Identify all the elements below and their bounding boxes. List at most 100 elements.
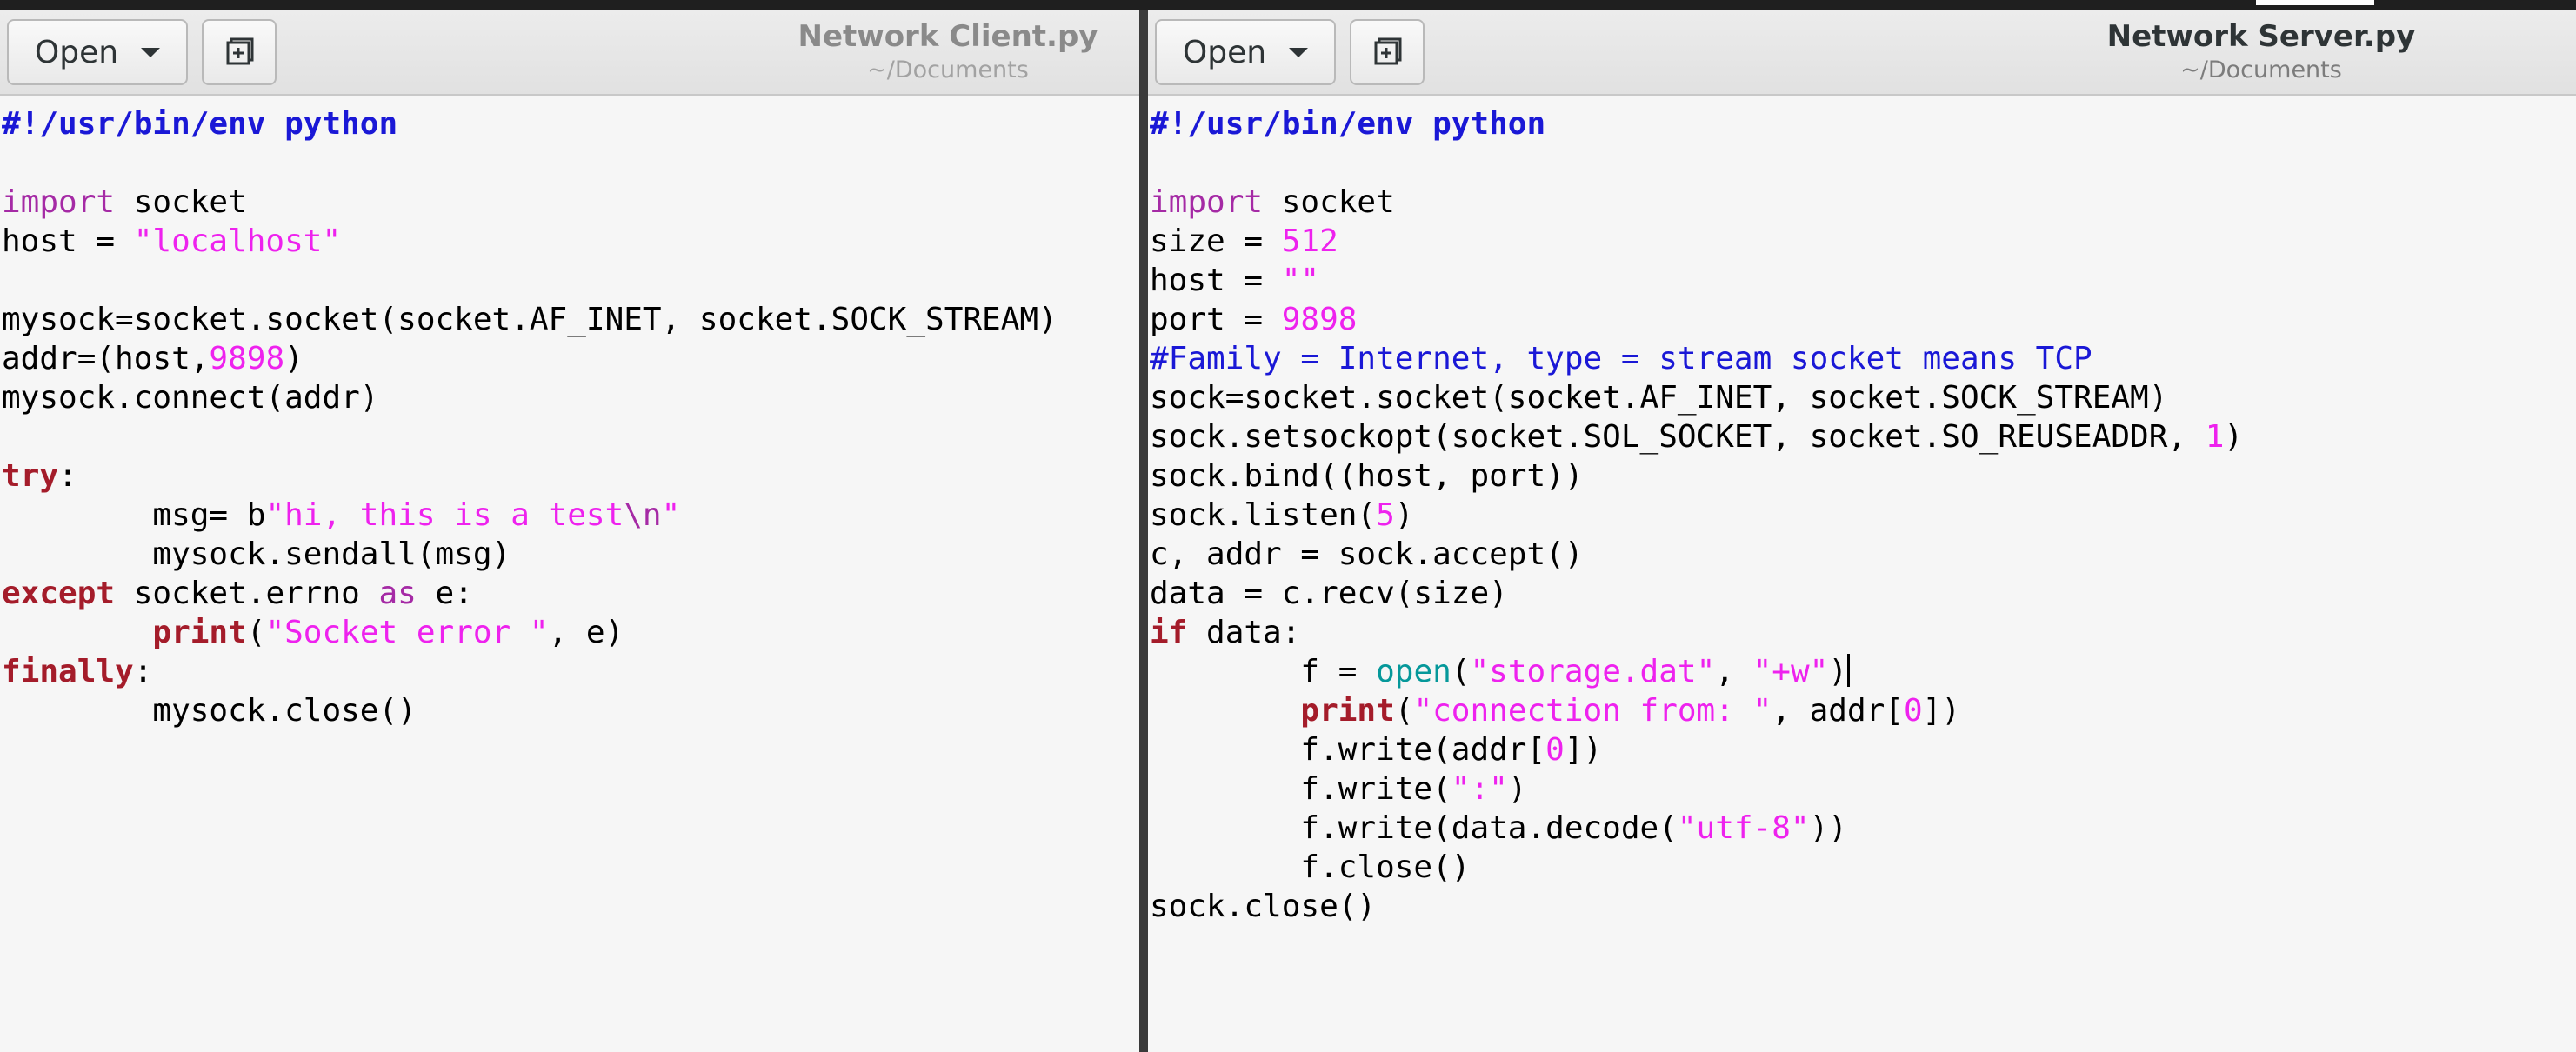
code-token: import bbox=[2, 184, 116, 220]
code-token: sock.close() bbox=[1150, 889, 1377, 924]
code-line: mysock.connect(addr) bbox=[2, 378, 1139, 417]
new-document-icon bbox=[1374, 37, 1402, 65]
code-line: f.write(data.decode("utf-8")) bbox=[1150, 809, 2576, 848]
code-token: #!/usr/bin/env python bbox=[2, 106, 398, 142]
code-token: "utf-8" bbox=[1677, 810, 1810, 846]
code-token: "connection from: " bbox=[1413, 693, 1772, 729]
code-token: if bbox=[1150, 615, 1188, 650]
code-token: ) bbox=[1828, 654, 1847, 689]
code-token: import bbox=[1150, 184, 1264, 220]
code-token: e: bbox=[416, 576, 473, 611]
code-token: 9898 bbox=[209, 341, 285, 376]
code-token: "" bbox=[1281, 263, 1320, 298]
open-button-label: Open bbox=[1182, 34, 1267, 70]
code-line: except socket.errno as e: bbox=[2, 574, 1139, 613]
new-document-icon bbox=[226, 37, 254, 65]
code-line: sock.bind((host, port)) bbox=[1150, 456, 2576, 496]
code-line: print("Socket error ", e) bbox=[2, 613, 1139, 652]
code-token: : bbox=[133, 654, 153, 689]
code-token: 1 bbox=[2205, 419, 2225, 455]
code-token: , bbox=[1715, 654, 1753, 689]
code-token: "hi, this is a test bbox=[265, 497, 624, 533]
code-line: size = 512 bbox=[1150, 222, 2576, 261]
code-token: mysock=socket.socket(socket.AF_INET, soc… bbox=[2, 302, 1058, 337]
code-token: f = bbox=[1150, 654, 1377, 689]
code-token: 0 bbox=[1545, 732, 1565, 768]
open-button[interactable]: Open bbox=[7, 19, 188, 85]
code-token: except bbox=[2, 576, 116, 611]
code-token: f.write( bbox=[1150, 771, 1452, 807]
open-button[interactable]: Open bbox=[1155, 19, 1336, 85]
chevron-down-icon bbox=[141, 47, 161, 57]
document-path: ~/Documents bbox=[867, 57, 1029, 83]
code-token: mysock.close() bbox=[2, 693, 417, 729]
code-line: #!/usr/bin/env python bbox=[2, 104, 1139, 143]
code-token: mysock.sendall(msg) bbox=[2, 536, 511, 572]
code-token: #!/usr/bin/env python bbox=[1150, 106, 1546, 142]
code-token: ":" bbox=[1451, 771, 1508, 807]
code-token: sock=socket.socket(socket.AF_INET, socke… bbox=[1150, 380, 2168, 416]
code-line: host = "" bbox=[1150, 261, 2576, 300]
code-line: #Family = Internet, type = stream socket… bbox=[1150, 339, 2576, 378]
code-token: f.write(addr[ bbox=[1150, 732, 1546, 768]
code-token: mysock.connect(addr) bbox=[2, 380, 379, 416]
code-token: host = bbox=[1150, 263, 1282, 298]
code-line: f = open("storage.dat", "+w") bbox=[1150, 652, 2576, 691]
code-line: sock=socket.socket(socket.AF_INET, socke… bbox=[1150, 378, 2576, 417]
new-document-button[interactable] bbox=[1350, 19, 1425, 85]
code-line: print("connection from: ", addr[0]) bbox=[1150, 691, 2576, 730]
code-token: 512 bbox=[1281, 223, 1338, 259]
code-token: "Socket error " bbox=[265, 615, 549, 650]
code-token: port = bbox=[1150, 302, 1282, 337]
new-document-button[interactable] bbox=[202, 19, 277, 85]
code-token: print bbox=[1300, 693, 1395, 729]
code-token: socket.errno bbox=[115, 576, 379, 611]
code-token: ]) bbox=[1564, 732, 1603, 768]
code-line: import socket bbox=[1150, 183, 2576, 222]
code-line: #!/usr/bin/env python bbox=[1150, 104, 2576, 143]
code-token: 0 bbox=[1903, 693, 1923, 729]
code-line: msg= b"hi, this is a test\n" bbox=[2, 496, 1139, 535]
code-line: mysock=socket.socket(socket.AF_INET, soc… bbox=[2, 300, 1139, 339]
code-token: as bbox=[378, 576, 417, 611]
code-line: f.close() bbox=[1150, 848, 2576, 887]
code-token: print bbox=[152, 615, 247, 650]
code-token: "localhost" bbox=[133, 223, 342, 259]
header-bar: Open Network Client.py ~/Documents bbox=[0, 10, 1139, 96]
code-line: finally: bbox=[2, 652, 1139, 691]
code-line: sock.close() bbox=[1150, 887, 2576, 926]
code-token: ( bbox=[1451, 654, 1471, 689]
code-token: data = c.recv(size) bbox=[1150, 576, 1508, 611]
text-cursor bbox=[1847, 654, 1850, 687]
code-token: host = bbox=[2, 223, 134, 259]
code-token: \n bbox=[624, 497, 662, 533]
code-token: 5 bbox=[1376, 497, 1395, 533]
code-token: ) bbox=[1394, 497, 1414, 533]
code-token: " bbox=[661, 497, 681, 533]
code-token: 9898 bbox=[1281, 302, 1358, 337]
code-token: c, addr = sock.accept() bbox=[1150, 536, 1584, 572]
title-box: Network Server.py ~/Documents bbox=[2018, 17, 2505, 85]
code-token: ) bbox=[1507, 771, 1527, 807]
code-token: msg= b bbox=[2, 497, 266, 533]
code-token: ) bbox=[2224, 419, 2244, 455]
code-editor[interactable]: #!/usr/bin/env python import socket size =… bbox=[1150, 104, 2576, 926]
chevron-down-icon bbox=[1289, 47, 1309, 57]
code-token: sock.setsockopt(socket.SOL_SOCKET, socke… bbox=[1150, 419, 2206, 455]
code-line: try: bbox=[2, 456, 1139, 496]
code-line: host = "localhost" bbox=[2, 222, 1139, 261]
code-token: f.write(data.decode( bbox=[1150, 810, 1678, 846]
code-token: sock.bind((host, port)) bbox=[1150, 458, 1584, 494]
code-token: , addr[ bbox=[1772, 693, 1904, 729]
code-line: mysock.close() bbox=[2, 691, 1139, 730]
code-line: c, addr = sock.accept() bbox=[1150, 535, 2576, 574]
code-token: socket bbox=[1263, 184, 1395, 220]
code-token: size = bbox=[1150, 223, 1282, 259]
document-path: ~/Documents bbox=[2180, 57, 2342, 83]
code-editor[interactable]: #!/usr/bin/env python import socket host =… bbox=[2, 104, 1139, 730]
